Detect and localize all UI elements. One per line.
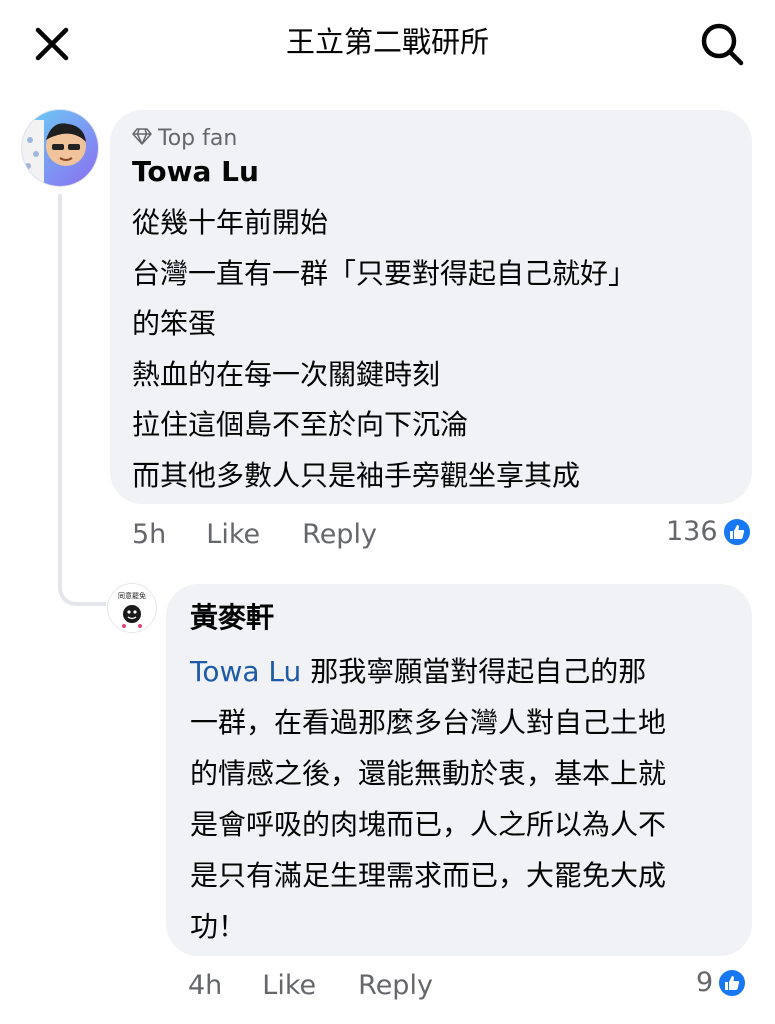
like-reaction-icon [717,968,748,998]
mention-link[interactable]: Towa Lu [190,655,301,688]
comment-line: 拉住這個島不至於向下沉淪 [132,408,469,441]
like-reaction-icon [721,517,752,547]
comment-time[interactable]: 4h [188,966,222,1006]
header: 王立第二戰研所 [0,0,775,88]
comment-line: 的笨蛋 [132,307,217,340]
like-button[interactable]: Like [206,515,260,555]
reaction-summary[interactable]: 9 [696,963,748,1003]
comment-line: 而其他多數人只是袖手旁觀坐享其成 [132,458,581,492]
comment-line: 台灣一直有一群「只要對得起自己就好」 [132,256,637,290]
diamond-icon [132,126,152,151]
comment-line: 從幾十年前開始 [132,206,329,239]
comments-screen: 王立第二戰研所 Top fan Towa Lu 從幾十年前開始 台灣一直有一群「… [0,0,775,1024]
comment-actions: 4h Like Reply [188,966,433,1006]
reaction-summary[interactable]: 136 [666,512,752,552]
avatar[interactable] [22,110,98,186]
comment-text: 從幾十年前開始 台灣一直有一群「只要對得起自己就好」 的笨蛋 熱血的在每一次關鍵… [132,198,636,501]
comment-line-text: 那我寧願當對得起自己的那 [301,655,647,688]
comment-bubble: 黃麥軒 Towa Lu 那我寧願當對得起自己的那 一群，在看過那麼多台灣人對自己… [166,584,752,956]
comment-author[interactable]: Towa Lu [132,152,259,192]
comment-time[interactable]: 5h [132,515,166,555]
comment-line: 功！ [190,910,247,943]
comment-line: 的情感之後，還能無動於衷，基本上就 [190,757,667,790]
reply-button[interactable]: Reply [358,966,433,1006]
badge-label: Top fan [158,125,238,151]
reaction-count: 136 [666,516,718,547]
comment-line: 是只有滿足生理需求而已，大罷免大成 [190,859,667,892]
comment-actions: 5h Like Reply [132,515,377,555]
reaction-count: 9 [696,967,714,998]
thread-connector [58,194,106,606]
svg-text:同意罷免: 同意罷免 [118,591,146,600]
top-fan-badge: Top fan [132,124,237,152]
comment-author[interactable]: 黃麥軒 [190,598,274,638]
comment-bubble: Top fan Towa Lu 從幾十年前開始 台灣一直有一群「只要對得起自己就… [110,110,752,504]
comment-line: Towa Lu 那我寧願當對得起自己的那 [190,646,666,697]
reply-button[interactable]: Reply [302,515,377,555]
comment-line: 熱血的在每一次關鍵時刻 [132,357,441,391]
search-icon[interactable] [696,18,748,70]
page-title: 王立第二戰研所 [285,25,489,59]
comment-line: 是會呼吸的肉塊而已，人之所以為人不 [190,808,667,841]
comment-text: Towa Lu 那我寧願當對得起自己的那 一群，在看過那麼多台灣人對自己土地 的… [190,646,666,952]
comment-line: 一群，在看過那麼多台灣人對自己土地 [190,706,667,739]
avatar[interactable]: 同意罷免 [108,584,156,632]
like-button[interactable]: Like [262,966,316,1006]
